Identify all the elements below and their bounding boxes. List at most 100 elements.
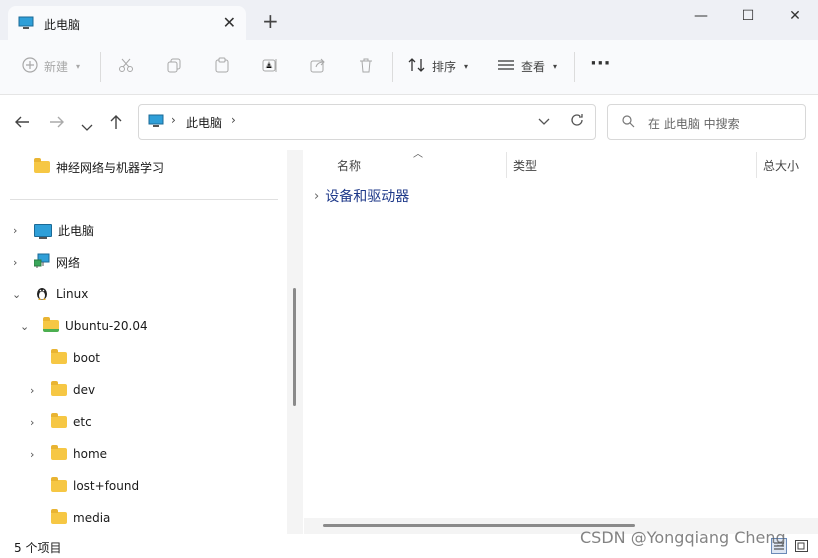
folder-icon xyxy=(51,509,67,524)
clipboard-icon xyxy=(214,57,230,76)
sort-button[interactable]: 排序 ▾ xyxy=(408,57,468,76)
chevron-down-icon[interactable]: ⌄ xyxy=(12,288,21,301)
tab-label: 此电脑 xyxy=(44,18,81,32)
scissors-icon xyxy=(118,57,134,76)
rename-icon xyxy=(262,57,278,76)
column-header-total-size[interactable]: 总大小 xyxy=(763,157,799,174)
rename-button[interactable] xyxy=(262,57,278,76)
command-bar: 新建 ▾ 排序 ▾ 查看 ▾ ··· xyxy=(0,40,818,95)
tree-item-label: boot xyxy=(73,351,101,365)
toolbar-divider xyxy=(100,52,101,82)
quick-access-item[interactable]: 神经网络与机器学习 xyxy=(34,156,164,178)
breadcrumb-separator-icon[interactable]: › xyxy=(231,113,236,127)
network-icon xyxy=(33,253,50,272)
more-options-button[interactable]: ··· xyxy=(590,53,611,74)
column-header-type[interactable]: 类型 xyxy=(513,157,537,174)
search-box[interactable]: 在 此电脑 中搜索 xyxy=(607,104,806,140)
tree-item-label: home xyxy=(73,447,108,461)
new-button[interactable]: 新建 ▾ xyxy=(22,57,80,76)
linux-penguin-icon xyxy=(34,285,50,304)
folder-icon xyxy=(51,349,67,364)
search-icon xyxy=(622,115,635,131)
sidebar-divider xyxy=(10,199,278,200)
tree-item-ubuntu[interactable]: Ubuntu-20.04 xyxy=(43,315,148,337)
new-tab-button[interactable]: + xyxy=(262,9,279,33)
chevron-right-icon[interactable]: › xyxy=(30,384,34,397)
folder-icon xyxy=(51,445,67,460)
chevron-down-icon: ▾ xyxy=(553,62,558,71)
tree-item-label: lost+found xyxy=(73,479,140,493)
sort-ascending-icon: ︿ xyxy=(413,149,423,160)
tree-item-linux[interactable]: Linux xyxy=(34,283,88,305)
refresh-icon[interactable] xyxy=(570,113,584,130)
tree-item-lost-found[interactable]: lost+found xyxy=(51,475,139,497)
up-arrow-icon[interactable] xyxy=(109,114,123,134)
tree-item-label: 神经网络与机器学习 xyxy=(56,160,165,175)
chevron-right-icon[interactable]: › xyxy=(30,416,34,429)
address-bar[interactable]: › 此电脑 › xyxy=(138,104,596,140)
navigation-pane: 神经网络与机器学习 › 此电脑 › 网络 ⌄ Linux ⌄ Ubuntu-20… xyxy=(0,150,288,534)
delete-button[interactable] xyxy=(358,57,374,76)
folder-icon xyxy=(51,413,67,428)
view-label: 查看 xyxy=(521,60,546,74)
tree-item-dev[interactable]: dev xyxy=(51,379,95,401)
computer-icon xyxy=(148,114,164,131)
tab-close-icon[interactable]: ✕ xyxy=(223,13,236,32)
copy-icon xyxy=(166,57,182,76)
column-header-name[interactable]: 名称 xyxy=(337,157,361,174)
folder-icon xyxy=(43,317,59,332)
copy-button[interactable] xyxy=(166,57,182,76)
computer-icon xyxy=(34,223,52,239)
computer-icon xyxy=(18,16,34,33)
view-button[interactable]: 查看 ▾ xyxy=(497,57,557,76)
watermark: CSDN @Yongqiang Cheng xyxy=(580,528,786,547)
sidebar-scrollbar-thumb[interactable] xyxy=(293,288,296,406)
content-scrollbar-thumb[interactable] xyxy=(323,524,635,527)
file-list-pane xyxy=(304,150,818,534)
toolbar-divider xyxy=(392,52,393,82)
share-button[interactable] xyxy=(310,57,326,76)
close-button[interactable]: ✕ xyxy=(772,4,818,28)
back-arrow-icon[interactable] xyxy=(14,114,30,133)
chevron-down-icon: ▾ xyxy=(76,62,81,71)
forward-arrow-icon[interactable] xyxy=(49,114,65,133)
cut-button[interactable] xyxy=(118,57,134,76)
chevron-right-icon[interactable]: › xyxy=(13,256,17,269)
tree-item-this-pc[interactable]: 此电脑 xyxy=(34,219,94,241)
maximize-button[interactable]: ☐ xyxy=(725,4,771,28)
tree-item-network[interactable]: 网络 xyxy=(33,251,81,273)
paste-button[interactable] xyxy=(214,57,230,76)
chevron-down-icon[interactable]: ⌄ xyxy=(20,320,29,333)
column-divider[interactable] xyxy=(506,152,507,178)
tree-item-label: Linux xyxy=(56,287,89,301)
chevron-right-icon[interactable]: › xyxy=(13,224,17,237)
tree-item-home[interactable]: home xyxy=(51,443,107,465)
tree-item-label: dev xyxy=(73,383,96,397)
column-divider[interactable] xyxy=(756,152,757,178)
tab-this-pc[interactable]: 此电脑 ✕ xyxy=(8,6,246,40)
breadcrumb-this-pc[interactable]: 此电脑 xyxy=(186,114,222,131)
chevron-right-icon[interactable]: › xyxy=(30,448,34,461)
plus-circle-icon xyxy=(22,57,38,76)
chevron-right-icon: › xyxy=(314,188,320,204)
tree-item-media[interactable]: media xyxy=(51,507,110,529)
toolbar-divider xyxy=(574,52,575,82)
group-header-devices[interactable]: › 设备和驱动器 xyxy=(314,186,409,206)
tree-item-label: 网络 xyxy=(56,255,81,270)
item-count: 5 个项目 xyxy=(14,541,62,555)
new-label: 新建 xyxy=(44,60,69,74)
folder-icon xyxy=(51,477,67,492)
tree-item-etc[interactable]: etc xyxy=(51,411,92,433)
breadcrumb-separator-icon[interactable]: › xyxy=(171,113,176,127)
tree-item-boot[interactable]: boot xyxy=(51,347,100,369)
folder-icon xyxy=(51,381,67,396)
tree-item-label: etc xyxy=(73,415,92,429)
address-dropdown-chevron-icon[interactable] xyxy=(538,115,550,129)
recent-locations-chevron-icon[interactable] xyxy=(81,117,93,136)
tiles-view-icon[interactable] xyxy=(794,538,810,557)
sort-arrows-icon xyxy=(408,57,426,76)
minimize-button[interactable]: — xyxy=(678,4,724,28)
search-input[interactable]: 在 此电脑 中搜索 xyxy=(648,115,740,132)
group-label: 设备和驱动器 xyxy=(325,189,410,205)
view-lines-icon xyxy=(497,57,515,76)
